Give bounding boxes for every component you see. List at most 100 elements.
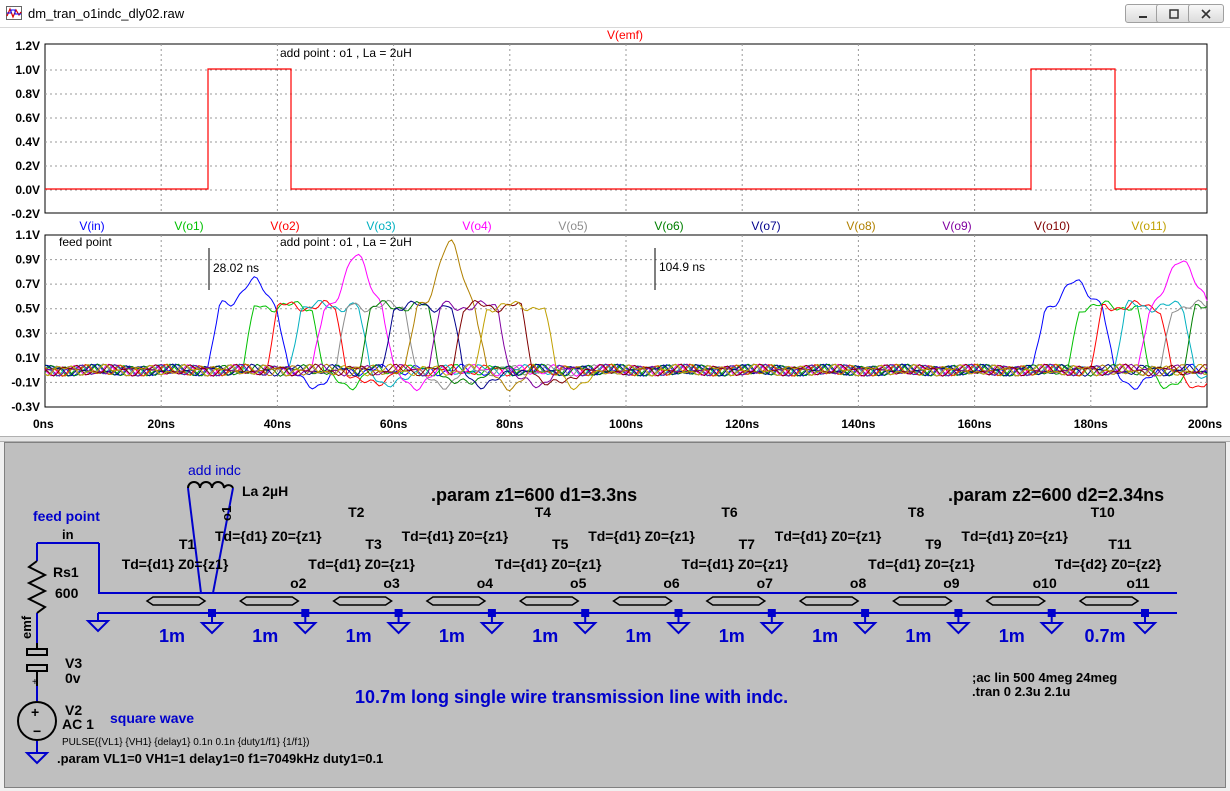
tline-length: 1m: [346, 626, 372, 646]
param-z2[interactable]: .param z2=600 d2=2.34ns: [948, 485, 1164, 505]
resistor-rs1[interactable]: [26, 560, 48, 614]
v3-value: 0v: [65, 670, 81, 686]
legend-item[interactable]: V(o4): [462, 219, 491, 233]
transmission-line-t8[interactable]: T8 Td={d1} Z0={z1} o8 1m: [775, 504, 925, 646]
ground-icon: [945, 622, 971, 635]
legend-item[interactable]: V(o9): [942, 219, 971, 233]
feed-point-label: feed point: [33, 508, 100, 524]
bottom-y-tick-label: 0.7V: [15, 277, 40, 291]
ground-icon: [85, 620, 111, 633]
transmission-line-t9[interactable]: T9 Td={d1} Z0={z1} o9 1m: [868, 536, 975, 646]
v3-label: V3: [65, 655, 82, 671]
legend-item[interactable]: V(o7): [751, 219, 780, 233]
v2-minus-sign: −: [33, 723, 41, 739]
transmission-line-t7[interactable]: T7 Td={d1} Z0={z1} o7 1m: [681, 536, 788, 646]
bottom-annotation: add point : o1 , La = 2uH: [280, 235, 412, 249]
waveform-plots: 1.2V 1.0V 0.8V 0.6V 0.4V 0.2V 0.0V -0.2V 1.1V 0.…: [11, 28, 1222, 431]
transmission-line-t2[interactable]: T2 Td={d1} Z0={z1} o2 1m: [215, 504, 365, 646]
bottom-y-tick-label: -0.1V: [11, 375, 40, 389]
legend-item[interactable]: V(o11): [1131, 219, 1166, 233]
inductor-la[interactable]: [187, 481, 234, 489]
transmission-line-t5[interactable]: T5 Td={d1} Z0={z1} o5 1m: [495, 536, 602, 646]
junction-dot: [861, 609, 870, 617]
ac-directive[interactable]: ;ac lin 500 4meg 24meg: [972, 670, 1117, 685]
o1-label: o1: [219, 506, 234, 521]
rs1-value: 600: [55, 585, 79, 601]
tline-name: T5: [552, 536, 569, 552]
param-source[interactable]: .param VL1=0 VH1=1 delay1=0 f1=7049kHz d…: [57, 751, 383, 766]
junction-dot: [301, 609, 310, 617]
legend-item[interactable]: V(o3): [366, 219, 395, 233]
rs1-label: Rs1: [53, 564, 79, 580]
legend-item[interactable]: V(o1): [174, 219, 203, 233]
square-wave-label: square wave: [110, 710, 194, 726]
close-button[interactable]: [1188, 4, 1224, 23]
top-y-tick-label: -0.2V: [11, 207, 40, 221]
bottom-y-tick-label: 0.9V: [15, 253, 40, 267]
legend-item[interactable]: V(o2): [270, 219, 299, 233]
v2-value: AC 1: [62, 716, 94, 732]
x-tick-label: 160ns: [958, 417, 992, 431]
legend-item[interactable]: V(o8): [846, 219, 875, 233]
param-z1[interactable]: .param z1=600 d1=3.3ns: [431, 485, 637, 505]
ground-icon: [852, 622, 878, 635]
bottom-y-tick-label: 0.5V: [15, 302, 40, 316]
transmission-line-t10[interactable]: T10 Td={d1} Z0={z1} o10 1m: [961, 504, 1115, 646]
top-y-tick-label: 0.2V: [15, 159, 40, 173]
waveform-icon: [6, 6, 22, 20]
tline-name: T1: [179, 536, 196, 552]
tline-name: T6: [721, 504, 738, 520]
node-label: o3: [383, 575, 400, 591]
tran-directive[interactable]: .tran 0 2.3u 2.1u: [972, 684, 1070, 699]
legend-item[interactable]: V(in): [79, 219, 104, 233]
source-v2[interactable]: + −: [17, 701, 57, 741]
pulse-spec: PULSE({VL1} {VH1} {delay1} 0.1n 0.1n {du…: [62, 737, 309, 748]
junction-dot: [1141, 609, 1149, 617]
bottom-y-tick-label: 1.1V: [15, 228, 40, 242]
x-tick-label: 100ns: [609, 417, 643, 431]
legend-item[interactable]: V(o10): [1034, 219, 1070, 233]
node-label: o5: [570, 575, 587, 591]
tline-length: 1m: [159, 626, 185, 646]
transmission-line-t4[interactable]: T4 Td={d1} Z0={z1} o4 1m: [402, 504, 552, 646]
x-tick-label: 60ns: [380, 417, 408, 431]
node-label: o7: [757, 575, 774, 591]
tline-name: T9: [925, 536, 942, 552]
junction-dot: [674, 609, 683, 617]
tline-name: T10: [1091, 504, 1115, 520]
ground-icon: [666, 622, 691, 635]
x-tick-label: 120ns: [725, 417, 759, 431]
transmission-line-t6[interactable]: T6 Td={d1} Z0={z1} o6 1m: [588, 504, 738, 646]
maximize-icon: [1169, 8, 1179, 19]
ground-icon: [1039, 622, 1065, 635]
maximize-button[interactable]: [1156, 4, 1192, 23]
tline-length: 0.7m: [1084, 626, 1125, 646]
top-y-tick-label: 0.0V: [15, 183, 40, 197]
ground-icon: [479, 622, 505, 635]
tline-length: 1m: [905, 626, 931, 646]
tline-name: T11: [1108, 536, 1132, 552]
emf-label: emf: [19, 615, 34, 639]
tline-name: T8: [908, 504, 925, 520]
transmission-line-t3[interactable]: T3 Td={d1} Z0={z1} o3 1m: [308, 536, 415, 646]
schematic-pane[interactable]: + + − T1 Td={d1} Z0={z1} 1m T2 Td={d1} Z0={z…: [4, 442, 1226, 788]
legend-item[interactable]: V(o6): [654, 219, 683, 233]
node-label: o4: [477, 575, 494, 591]
tline-name: T2: [348, 504, 365, 520]
node-label: o10: [1033, 575, 1057, 591]
transmission-line-t11[interactable]: T11 Td={d2} Z0={z2} o11 0.7m: [1055, 536, 1162, 646]
top-trace-label[interactable]: V(emf): [607, 28, 643, 42]
tline-length: 1m: [625, 626, 651, 646]
legend-item[interactable]: V(o5): [558, 219, 587, 233]
window-title-bar: dm_tran_o1indc_dly02.raw: [0, 0, 1230, 28]
x-tick-label: 0ns: [33, 417, 54, 431]
junction-dot: [1047, 609, 1056, 617]
junction-dot: [487, 609, 496, 617]
tline-name: T7: [739, 536, 756, 552]
tline-params: Td={d1} Z0={z1}: [588, 528, 695, 544]
node-label: o2: [290, 575, 307, 591]
waveform-plot-pane[interactable]: 1.2V 1.0V 0.8V 0.6V 0.4V 0.2V 0.0V -0.2V 1.1V 0.…: [0, 28, 1230, 436]
tline-params: Td={d1} Z0={z1}: [495, 556, 602, 572]
tline-params: Td={d1} Z0={z1}: [122, 556, 229, 572]
x-tick-label: 140ns: [841, 417, 875, 431]
